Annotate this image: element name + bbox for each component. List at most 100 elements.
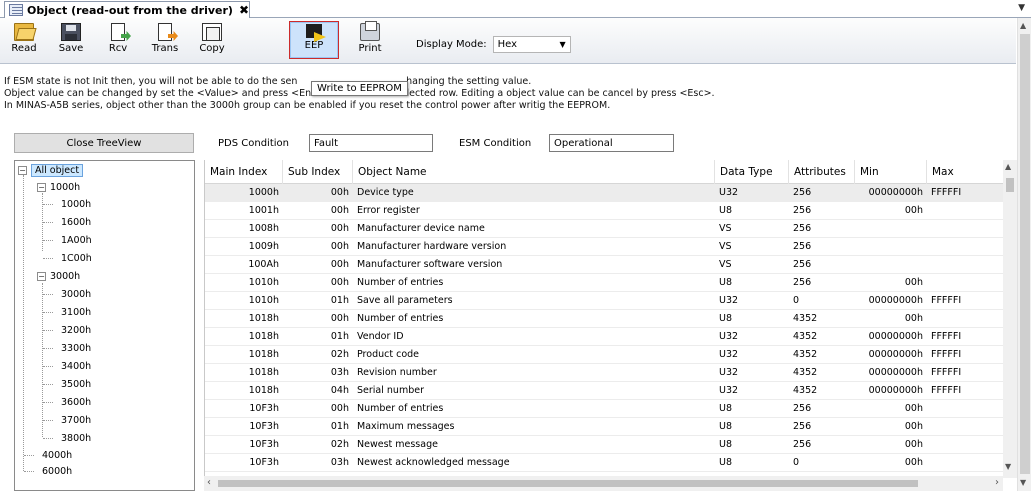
tree-item-1a00h[interactable]: 1A00h xyxy=(61,232,92,248)
table-row[interactable]: 1018h 03h Revision number U32 4352 00000000h F… xyxy=(205,364,1004,382)
scroll-thumb[interactable] xyxy=(218,480,918,487)
cell-main-index: 1018h xyxy=(248,349,279,360)
table-row[interactable]: 1010h 01h Save all parameters U32 0 00000000h… xyxy=(205,292,1004,310)
scroll-down-icon[interactable]: ▼ xyxy=(1005,462,1011,471)
window-vertical-scrollbar[interactable]: ▲ ▼ xyxy=(1017,18,1031,491)
table-row[interactable]: 10F3h 03h Newest acknowledged message U8 0 00… xyxy=(205,454,1004,472)
rcv-button[interactable]: Rcv xyxy=(96,21,140,59)
table-row[interactable]: 10F3h 02h Newest message U8 256 00h xyxy=(205,436,1004,454)
esm-condition-label: ESM Condition xyxy=(459,138,532,149)
table-row[interactable]: 1018h 00h Number of entries U8 4352 00h xyxy=(205,310,1004,328)
read-label: Read xyxy=(11,43,37,54)
receive-icon xyxy=(111,23,125,41)
header-object-name[interactable]: Object Name xyxy=(353,160,715,184)
tree-item-4000h[interactable]: 4000h xyxy=(42,447,72,463)
table-row[interactable]: 1009h 00h Manufacturer hardware version VS 2… xyxy=(205,238,1004,256)
read-button[interactable]: Read xyxy=(2,21,46,59)
chevron-down-icon: ▼ xyxy=(559,40,566,49)
table-row[interactable]: 1001h 00h Error register U8 256 00h xyxy=(205,202,1004,220)
object-tab[interactable]: Object (read-out from the driver) ✖ xyxy=(4,1,250,18)
collapse-icon[interactable]: − xyxy=(37,271,46,281)
tree-item-3600h[interactable]: 3600h xyxy=(61,394,91,410)
header-min[interactable]: Min xyxy=(855,160,927,184)
cell-data-type: U8 xyxy=(719,439,732,450)
copy-button[interactable]: Copy xyxy=(190,21,234,59)
tree-item-3100h[interactable]: 3100h xyxy=(61,304,91,320)
header-data-type[interactable]: Data Type xyxy=(715,160,789,184)
eep-button[interactable]: EEP xyxy=(289,21,339,59)
table-row[interactable]: 1018h 02h Product code U32 4352 00000000h FFFF… xyxy=(205,346,1004,364)
cell-data-type: U32 xyxy=(719,331,739,342)
cell-data-type: U8 xyxy=(719,205,732,216)
table-row[interactable]: 1018h 04h Serial number U32 4352 00000000h FFF… xyxy=(205,382,1004,400)
scroll-left-icon[interactable]: ‹ xyxy=(207,477,211,488)
table-row[interactable]: 10F3h 01h Maximum messages U8 256 00h xyxy=(205,418,1004,436)
cell-object-name: Newest message xyxy=(357,439,438,450)
cell-sub-index: 00h xyxy=(330,313,349,324)
cell-attributes: 256 xyxy=(793,187,812,198)
scroll-down-icon[interactable]: ▼ xyxy=(1020,478,1026,487)
print-button[interactable]: Print xyxy=(348,21,392,59)
cell-main-index: 1018h xyxy=(248,313,279,324)
object-tree[interactable]: − All object − 1000h 1000h 1600h 1A00h 1… xyxy=(14,160,195,491)
collapse-icon[interactable]: − xyxy=(18,165,27,175)
tree-item-3200h[interactable]: 3200h xyxy=(61,322,91,338)
save-label: Save xyxy=(58,43,84,54)
tree-item-3800h[interactable]: 3800h xyxy=(61,430,91,446)
trans-button[interactable]: Trans xyxy=(143,21,187,59)
cell-attributes: 0 xyxy=(793,457,800,468)
table-row[interactable]: 1010h 00h Number of entries U8 256 00h xyxy=(205,274,1004,292)
table-row[interactable]: 1008h 00h Manufacturer device name VS 256 xyxy=(205,220,1004,238)
grid-vertical-scrollbar[interactable]: ▲ ▼ xyxy=(1003,160,1017,478)
cell-min: 00h xyxy=(904,403,923,414)
tab-list-dropdown-icon[interactable]: ▼ xyxy=(1018,3,1025,13)
cell-sub-index: 00h xyxy=(330,277,349,288)
save-button[interactable]: Save xyxy=(49,21,93,59)
cell-main-index: 1018h xyxy=(248,367,279,378)
tree-group-3000h[interactable]: − 3000h xyxy=(37,268,80,284)
cell-data-type: VS xyxy=(719,223,732,234)
header-max[interactable]: Max xyxy=(927,160,1004,184)
tree-item-3500h[interactable]: 3500h xyxy=(61,376,91,392)
table-row[interactable]: 10F3h 00h Number of entries U8 256 00h xyxy=(205,400,1004,418)
close-treeview-button[interactable]: Close TreeView xyxy=(14,133,194,153)
cell-attributes: 4352 xyxy=(793,367,818,378)
tree-item-all-object[interactable]: − All object xyxy=(18,162,84,178)
cell-min: 00000000h xyxy=(868,385,923,396)
scroll-up-icon[interactable]: ▲ xyxy=(1005,162,1011,171)
scroll-up-icon[interactable]: ▲ xyxy=(1020,21,1026,30)
close-tab-icon[interactable]: ✖ xyxy=(239,3,249,17)
table-row[interactable]: 1000h 00h Device type U32 256 00000000h FFFFFI xyxy=(205,184,1004,202)
tree-item-1c00h[interactable]: 1C00h xyxy=(61,250,92,266)
cell-min: 00h xyxy=(904,421,923,432)
table-row[interactable]: 100Ah 00h Manufacturer software version VS 2… xyxy=(205,256,1004,274)
cell-object-name: Manufacturer software version xyxy=(357,259,503,270)
cell-sub-index: 03h xyxy=(330,367,349,378)
print-label: Print xyxy=(358,43,382,54)
tree-group-1000h[interactable]: − 1000h xyxy=(37,179,80,195)
tree-item-3000h[interactable]: 3000h xyxy=(61,286,91,302)
scroll-right-icon[interactable]: › xyxy=(995,477,999,488)
grid-horizontal-scrollbar[interactable]: ‹ › xyxy=(204,476,1003,491)
tree-item-3300h[interactable]: 3300h xyxy=(61,340,91,356)
tree-item-3700h[interactable]: 3700h xyxy=(61,412,91,428)
tree-item-1000h[interactable]: 1000h xyxy=(61,196,91,212)
tree-item-1600h[interactable]: 1600h xyxy=(61,214,91,230)
object-grid[interactable]: Main Index Sub Index Object Name Data Ty… xyxy=(204,160,1004,491)
tree-item-6000h[interactable]: 6000h xyxy=(42,463,72,479)
scroll-thumb[interactable] xyxy=(1006,178,1014,192)
table-row[interactable]: 1018h 01h Vendor ID U32 4352 00000000h FFFFFI xyxy=(205,328,1004,346)
cell-data-type: U32 xyxy=(719,295,739,306)
cell-sub-index: 00h xyxy=(330,205,349,216)
cell-min xyxy=(855,256,927,274)
tree-item-3400h[interactable]: 3400h xyxy=(61,358,91,374)
header-attributes[interactable]: Attributes xyxy=(789,160,855,184)
display-mode-select[interactable]: Hex ▼ xyxy=(492,36,571,53)
collapse-icon[interactable]: − xyxy=(37,182,46,192)
scroll-thumb[interactable] xyxy=(1020,34,1030,474)
cell-max xyxy=(927,400,1004,418)
header-sub-index[interactable]: Sub Index xyxy=(283,160,353,184)
cell-object-name: Manufacturer hardware version xyxy=(357,241,507,252)
cell-max xyxy=(927,220,1004,238)
header-main-index[interactable]: Main Index xyxy=(205,160,283,184)
